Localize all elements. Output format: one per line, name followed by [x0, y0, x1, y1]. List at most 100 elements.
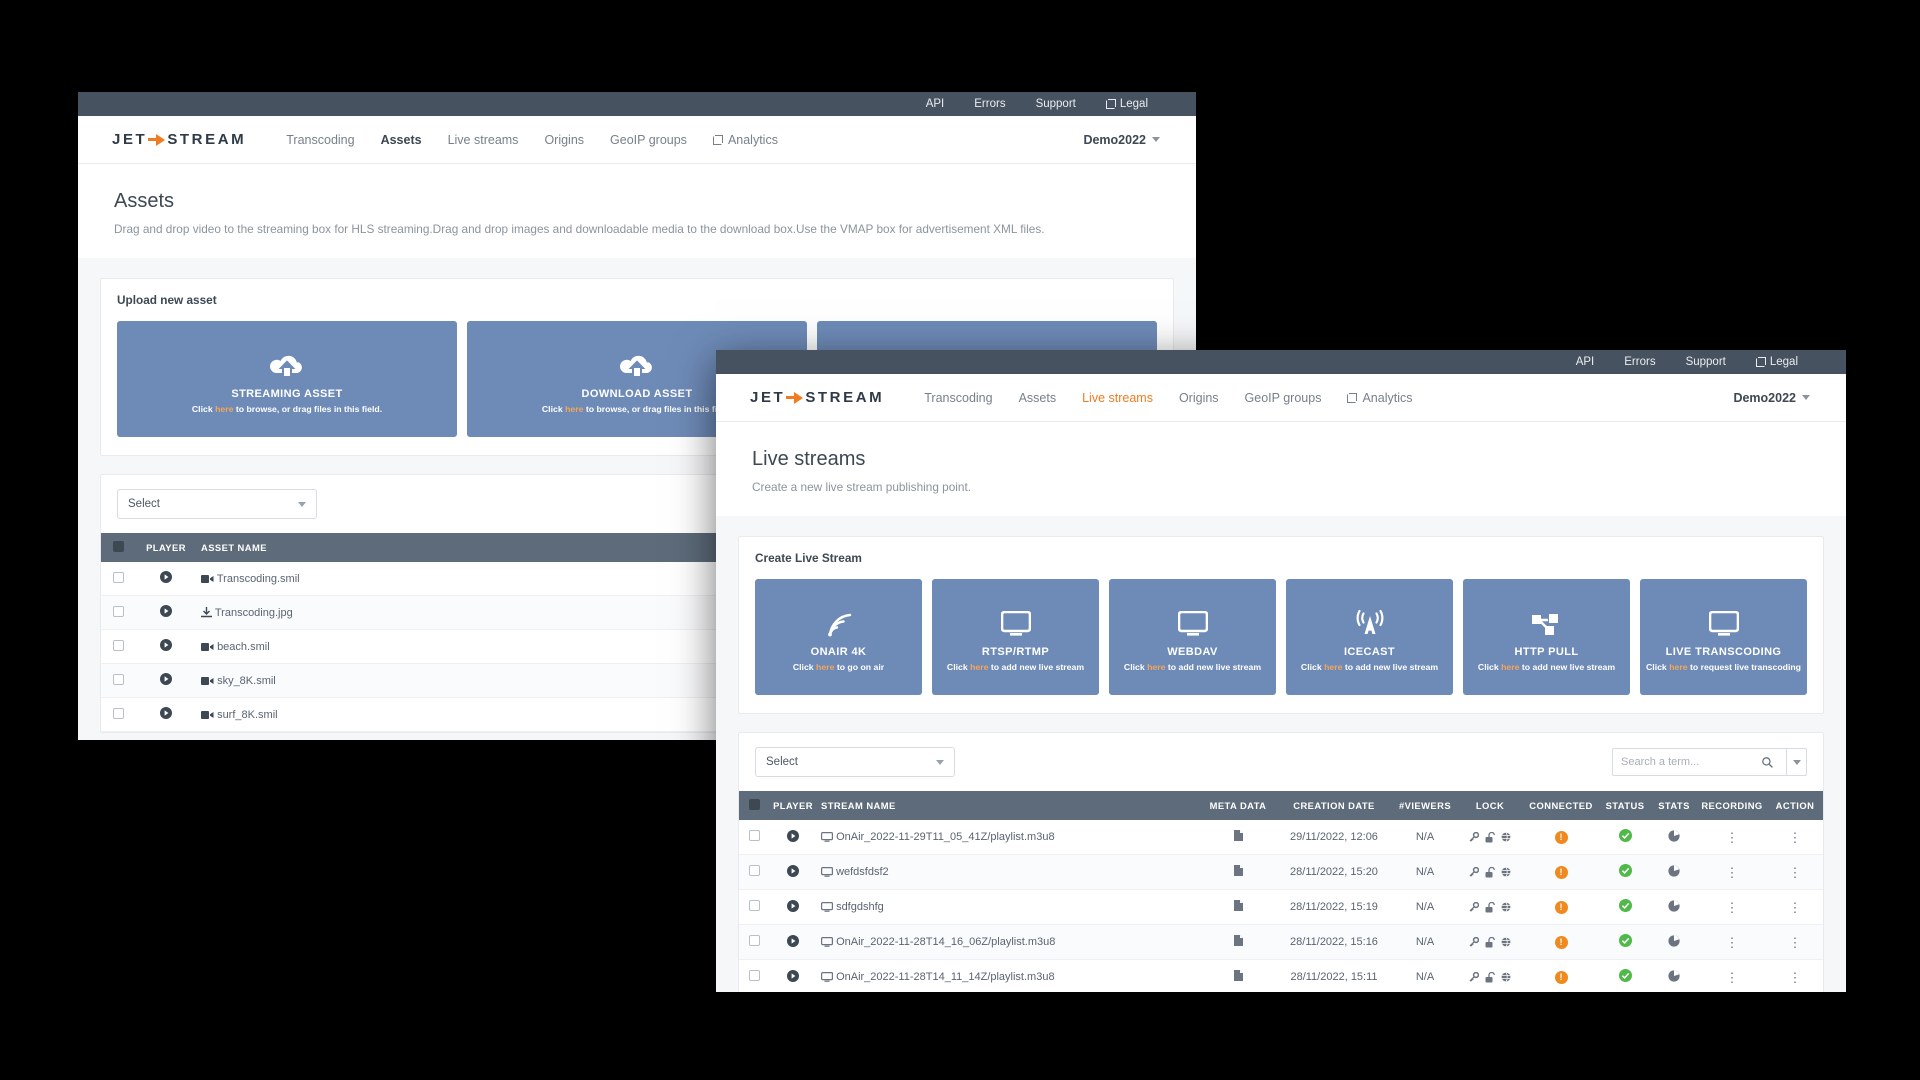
row-checkbox[interactable]	[112, 571, 124, 583]
row-player-cell[interactable]	[135, 697, 197, 732]
broadcast-icon	[824, 603, 854, 637]
assets-account-menu[interactable]: Demo2022	[1083, 133, 1160, 147]
nav-item-geoip-groups[interactable]: GeoIP groups	[610, 133, 687, 147]
table-row[interactable]: OnAir_2022-11-28T14_16_06Z/playlist.m3u8…	[739, 924, 1823, 960]
nav-item-transcoding[interactable]: Transcoding	[286, 133, 354, 147]
logo-text-right: STREAM	[167, 131, 247, 148]
row-player-cell[interactable]	[135, 663, 197, 698]
table-row[interactable]: sdfgdshfg 28/11/2022, 15:19 N/A ! ⋮ ⋮	[739, 889, 1823, 925]
search-icon	[1762, 756, 1773, 768]
nav-item-transcoding[interactable]: Transcoding	[924, 391, 992, 405]
play-circle-icon	[787, 899, 799, 912]
tile-rtsp-rtmp[interactable]: RTSP/RTMP Click here to add new live str…	[932, 579, 1099, 695]
row-checkbox[interactable]	[748, 865, 760, 876]
tile-subtitle: Click here to browse, or drag files in t…	[191, 403, 383, 414]
nav-item-assets[interactable]: Assets	[1019, 391, 1057, 405]
unlock-icon	[1485, 831, 1495, 843]
row-action-menu[interactable]: ⋮	[1767, 854, 1823, 890]
row-stats-cell[interactable]	[1651, 889, 1697, 925]
tile-http-pull[interactable]: HTTP PULL Click here to add new live str…	[1463, 579, 1630, 695]
row-player-cell[interactable]	[769, 959, 817, 992]
row-stats-cell[interactable]	[1651, 820, 1697, 855]
row-status-cell	[1599, 924, 1651, 960]
tile-live-transcoding[interactable]: LIVE TRANSCODING Click here to request l…	[1640, 579, 1807, 695]
row-checkbox[interactable]	[748, 900, 760, 911]
file-icon	[1233, 900, 1243, 911]
utility-link-legal[interactable]: Legal	[1755, 356, 1798, 368]
row-stats-cell[interactable]	[1651, 959, 1697, 992]
utility-link-errors[interactable]: Errors	[974, 98, 1005, 110]
row-player-cell[interactable]	[769, 820, 817, 855]
utility-link-support[interactable]: Support	[1686, 356, 1726, 368]
utility-link-support[interactable]: Support	[1036, 98, 1076, 110]
play-circle-icon	[160, 673, 172, 685]
row-checkbox-cell	[739, 889, 769, 925]
nav-item-assets[interactable]: Assets	[381, 133, 422, 147]
search-input[interactable]	[1621, 756, 1756, 768]
row-meta-cell[interactable]	[1201, 854, 1275, 890]
row-player-cell[interactable]	[769, 924, 817, 960]
row-meta-cell[interactable]	[1201, 959, 1275, 992]
row-recording-menu[interactable]: ⋮	[1697, 959, 1767, 992]
search-dropdown-button[interactable]	[1787, 748, 1807, 776]
table-row[interactable]: OnAir_2022-11-29T11_05_41Z/playlist.m3u8…	[739, 820, 1823, 855]
row-recording-menu[interactable]: ⋮	[1697, 924, 1767, 960]
row-player-cell[interactable]	[769, 854, 817, 890]
row-checkbox-cell	[739, 959, 769, 992]
row-player-cell[interactable]	[769, 889, 817, 925]
row-action-menu[interactable]: ⋮	[1767, 924, 1823, 960]
nav-item-geoip-groups[interactable]: GeoIP groups	[1245, 391, 1322, 405]
select-all-checkbox[interactable]	[112, 541, 124, 552]
tile-icecast[interactable]: ICECAST Click here to add new live strea…	[1286, 579, 1453, 695]
select-all-checkbox[interactable]	[748, 799, 760, 810]
row-checkbox[interactable]	[112, 639, 124, 651]
row-action-menu[interactable]: ⋮	[1767, 820, 1823, 855]
row-checkbox[interactable]	[112, 707, 124, 719]
nav-item-origins[interactable]: Origins	[1179, 391, 1219, 405]
row-action-menu[interactable]: ⋮	[1767, 889, 1823, 925]
nav-item-analytics[interactable]: Analytics	[712, 133, 778, 147]
nav-item-analytics[interactable]: Analytics	[1347, 391, 1412, 405]
row-recording-menu[interactable]: ⋮	[1697, 854, 1767, 890]
utility-link-legal[interactable]: Legal	[1105, 98, 1148, 110]
row-checkbox[interactable]	[748, 830, 760, 841]
chevron-down-icon	[1152, 137, 1160, 142]
live-account-menu[interactable]: Demo2022	[1733, 391, 1810, 405]
row-checkbox[interactable]	[112, 673, 124, 685]
row-recording-menu[interactable]: ⋮	[1697, 889, 1767, 925]
row-checkbox[interactable]	[748, 935, 760, 946]
nav-item-live-streams[interactable]: Live streams	[448, 133, 519, 147]
nav-item-live-streams[interactable]: Live streams	[1082, 391, 1153, 405]
tile-streaming-asset[interactable]: STREAMING ASSET Click here to browse, or…	[117, 321, 457, 437]
live-filter-select[interactable]: Select	[755, 747, 955, 777]
row-player-cell[interactable]	[135, 562, 197, 596]
row-player-cell[interactable]	[135, 595, 197, 630]
key-icon	[1469, 867, 1479, 877]
jetstream-logo[interactable]: JET STREAM	[112, 131, 246, 148]
row-meta-cell[interactable]	[1201, 889, 1275, 925]
tile-onair-4k[interactable]: ONAIR 4K Click here to go on air	[755, 579, 922, 695]
utility-link-api[interactable]: API	[926, 98, 945, 110]
tile-webdav[interactable]: WEBDAV Click here to add new live stream	[1109, 579, 1276, 695]
row-stats-cell[interactable]	[1651, 924, 1697, 960]
jetstream-logo[interactable]: JET STREAM	[750, 389, 884, 406]
row-meta-cell[interactable]	[1201, 820, 1275, 855]
page-title: Live streams	[752, 448, 866, 470]
row-checkbox[interactable]	[748, 970, 760, 981]
row-checkbox[interactable]	[112, 605, 124, 617]
table-row[interactable]: OnAir_2022-11-28T14_11_14Z/playlist.m3u8…	[739, 959, 1823, 992]
col-player: PLAYER	[135, 533, 197, 562]
nav-item-origins[interactable]: Origins	[544, 133, 584, 147]
search-box[interactable]	[1612, 748, 1787, 776]
assets-filter-select[interactable]: Select	[117, 489, 317, 519]
row-action-menu[interactable]: ⋮	[1767, 959, 1823, 992]
row-meta-cell[interactable]	[1201, 924, 1275, 960]
utility-link-errors[interactable]: Errors	[1624, 356, 1655, 368]
assets-select-all-header	[101, 533, 135, 562]
row-stats-cell[interactable]	[1651, 854, 1697, 890]
row-recording-menu[interactable]: ⋮	[1697, 820, 1767, 855]
utility-link-api[interactable]: API	[1576, 356, 1595, 368]
globe-icon	[1501, 902, 1511, 912]
table-row[interactable]: wefdsfdsf2 28/11/2022, 15:20 N/A ! ⋮ ⋮	[739, 854, 1823, 890]
row-player-cell[interactable]	[135, 629, 197, 664]
